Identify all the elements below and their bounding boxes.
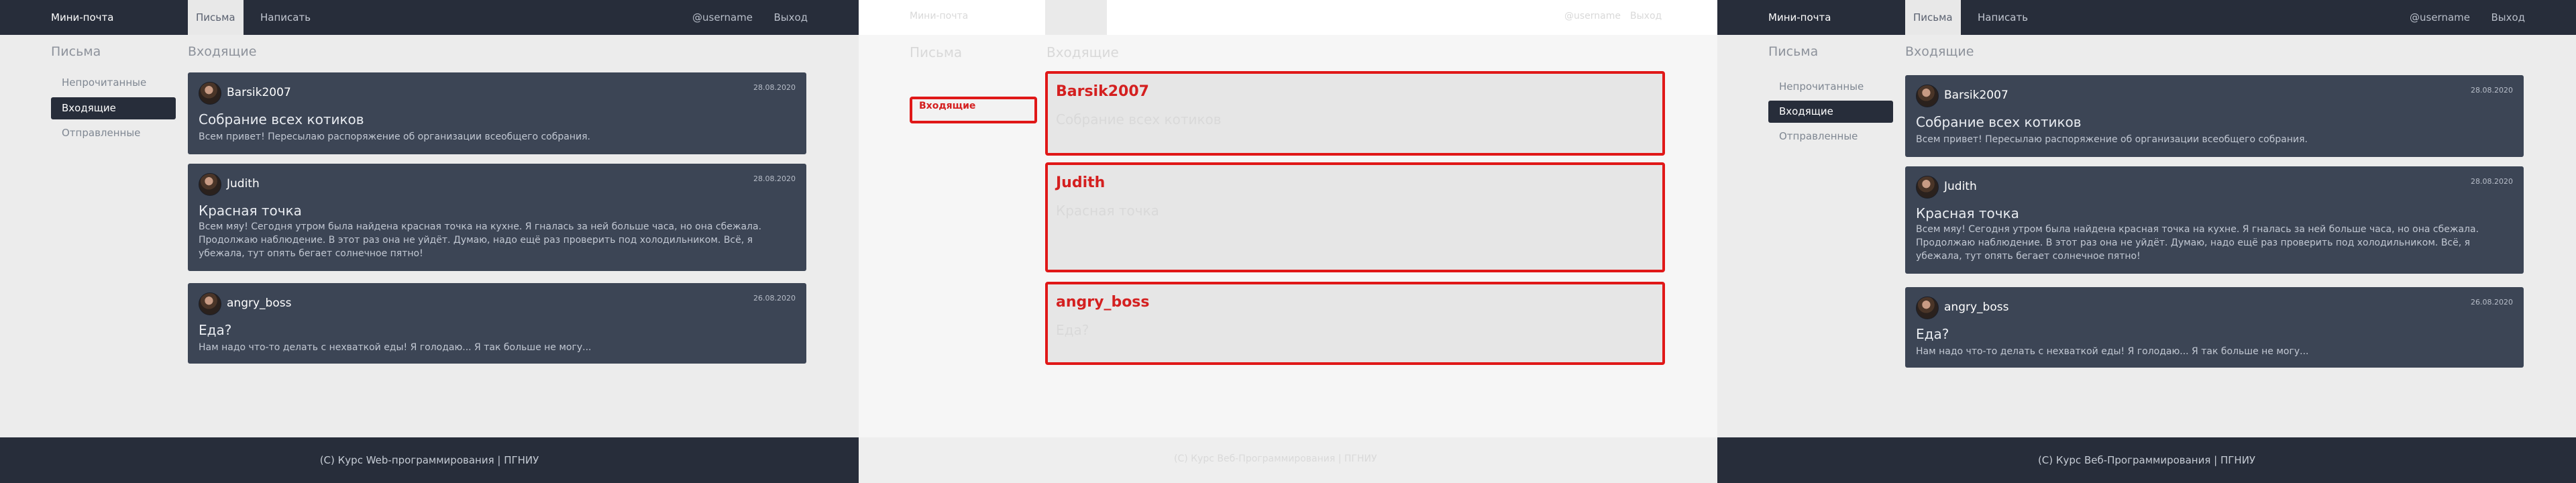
brand-link: Мини-почта [910,11,969,21]
sidebar-title: Письма [1768,44,1819,59]
left-panel: Мини-почта Письма Написать @username Вых… [0,0,859,483]
message-card[interactable]: Judith 28.08.2020 Красная точка Всем мяу… [188,164,806,271]
message-date: 26.08.2020 [2471,298,2513,307]
message-preview: Нам надо что-то делать с нехваткой еды! … [199,342,592,353]
logout-link[interactable]: Выход [2491,0,2525,35]
comparison-panels: Мини-почта Письма Написать @username Вых… [0,0,2576,483]
avatar [199,82,221,105]
sidebar-item-unread[interactable]: Непрочитанные [1768,76,1893,98]
diff-panel: Мини-почта @username Выход Письма Входящ… [859,0,1717,483]
message-card[interactable]: Barsik2007 28.08.2020 Собрание всех коти… [1905,75,2524,157]
message-date: 28.08.2020 [753,83,796,92]
message-sender: Judith [1056,174,1106,191]
logout-link: Выход [1630,11,1662,21]
message-sender: Judith [227,177,260,191]
user-link: @username [1564,11,1621,21]
message-sender: angry_boss [227,297,292,310]
tab-letters[interactable]: Письма [1905,0,1961,35]
message-subject: Еда? [1056,322,1089,338]
sidebar-title: Письма [51,44,101,59]
tab-compose[interactable]: Написать [252,0,319,35]
logout-link[interactable]: Выход [773,0,808,35]
sidebar-item-unread[interactable]: Непрочитанные [51,72,176,94]
sidebar-item-inbox[interactable]: Входящие [51,97,176,119]
avatar [1916,176,1939,199]
sidebar-item-inbox[interactable]: Входящие [1768,101,1893,123]
message-preview: Всем мяу! Сегодня утром была найдена кра… [199,221,762,259]
right-panel: Мини-почта Письма Написать @username Вых… [1717,0,2576,483]
sidebar-item-sent[interactable]: Отправленные [51,122,176,144]
message-preview: Нам надо что-то делать с нехваткой еды! … [1916,346,2309,357]
message-sender: Barsik2007 [1056,83,1149,100]
message-subject: Собрание всех котиков [1056,111,1222,127]
message-subject: Красная точка [199,203,302,219]
message-card[interactable]: Judith 28.08.2020 Красная точка Всем мяу… [1905,166,2524,274]
avatar [1916,85,1939,107]
tab-letters [1045,0,1107,35]
main-title: Входящие [1046,44,1119,60]
message-sender: Barsik2007 [1944,89,2008,102]
message-sender: angry_boss [1944,301,2009,314]
message-preview: Всем мяу! Сегодня утром была найдена кра… [1916,224,2479,262]
brand-link[interactable]: Мини-почта [1768,0,1831,35]
main-title: Входящие [188,44,257,59]
message-card[interactable]: angry_boss 26.08.2020 Еда? Нам надо что-… [188,283,806,364]
message-card: Judith Красная точка [1045,162,1665,272]
user-link[interactable]: @username [2410,0,2470,35]
sidebar-item-label: Входящие [919,101,976,111]
message-sender: Barsik2007 [227,86,291,99]
user-link[interactable]: @username [692,0,753,35]
message-subject: Собрание всех котиков [199,111,364,127]
sidebar-item-inbox: Входящие [910,97,1037,123]
tab-letters[interactable]: Письма [188,0,244,35]
message-sender: angry_boss [1056,294,1150,311]
avatar [1916,297,1939,319]
message-card: angry_boss Еда? [1045,282,1665,365]
page-footer: (C) Курс Web-программирования | ПГНИУ [0,437,859,483]
diff-navbar: Мини-почта @username Выход [859,0,1717,35]
message-date: 28.08.2020 [753,174,796,183]
message-subject: Еда? [199,322,232,338]
avatar [199,173,221,196]
top-navbar: Мини-почта Письма Написать @username Вых… [0,0,859,35]
main-title: Входящие [1905,44,1974,59]
message-sender: Judith [1944,180,1977,193]
message-subject: Собрание всех котиков [1916,114,2082,130]
message-card[interactable]: angry_boss 26.08.2020 Еда? Нам надо что-… [1905,287,2524,368]
message-card: Barsik2007 Собрание всех котиков [1045,71,1665,156]
page-footer: (C) Курс Веб-Программирования | ПГНИУ [1717,437,2576,483]
message-subject: Красная точка [1916,205,2019,221]
tab-compose[interactable]: Написать [1970,0,2036,35]
message-date: 28.08.2020 [2471,177,2513,186]
message-card[interactable]: Barsik2007 28.08.2020 Собрание всех коти… [188,72,806,154]
sidebar-title: Письма [910,44,963,60]
page-footer: (C) Курс Веб-Программирования | ПГНИУ [859,437,1717,483]
top-navbar: Мини-почта Письма Написать @username Вых… [1717,0,2576,35]
avatar [199,292,221,315]
message-date: 26.08.2020 [753,294,796,303]
sidebar-item-sent[interactable]: Отправленные [1768,125,1893,148]
brand-link[interactable]: Мини-почта [51,0,113,35]
message-preview: Всем привет! Пересылаю распоряжение об о… [199,131,590,142]
message-date: 28.08.2020 [2471,86,2513,95]
message-subject: Красная точка [1056,203,1159,219]
message-subject: Еда? [1916,326,1949,342]
footer-text: (C) Курс Веб-Программирования | ПГНИУ [1174,453,1377,464]
message-preview: Всем привет! Пересылаю распоряжение об о… [1916,134,2308,145]
